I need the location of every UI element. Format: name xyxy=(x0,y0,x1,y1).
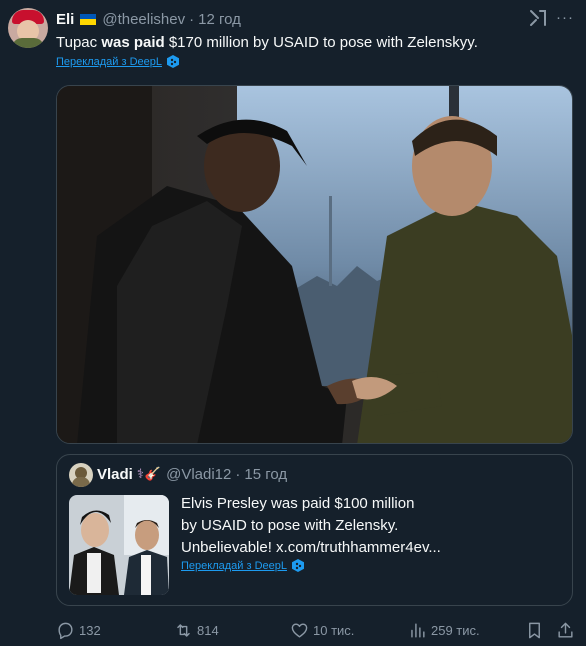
ukraine-flag-icon xyxy=(80,13,97,25)
quote-author-name: Vladi xyxy=(97,465,133,483)
repost-icon xyxy=(177,623,190,637)
tweet-header: Eli @theelishev · 12 год xyxy=(56,9,241,29)
action-bar: 132 814 10 тис. 259 тис. xyxy=(0,618,586,642)
bookmark-icon xyxy=(529,622,540,638)
repost-count: 814 xyxy=(197,622,219,638)
more-icon[interactable]: ··· xyxy=(556,8,576,28)
quote-timestamp: 15 год xyxy=(244,465,288,483)
quote-header: Vladi ⚕🎸 @Vladi12 · 15 год xyxy=(97,464,287,484)
quote-author-handle: @Vladi12 xyxy=(166,465,232,483)
quoted-tweet[interactable]: Vladi ⚕🎸 @Vladi12 · 15 год Elvis Presley… xyxy=(56,454,573,606)
repost-button[interactable]: 814 xyxy=(174,618,219,642)
reply-count: 132 xyxy=(79,622,101,638)
quote-translate-link[interactable]: Перекладай з DeepL xyxy=(181,559,304,572)
quote-separator: · xyxy=(235,465,241,483)
reply-icon xyxy=(58,622,73,639)
deepl-icon xyxy=(291,559,304,572)
share-button[interactable] xyxy=(556,618,575,642)
bookmark-button[interactable] xyxy=(525,618,544,642)
views-button[interactable]: 259 тис. xyxy=(408,618,480,642)
reply-button[interactable]: 132 xyxy=(56,618,101,642)
deepl-icon xyxy=(166,55,179,68)
quote-text: Elvis Presley was paid $100 million by U… xyxy=(181,495,441,556)
grok-icon[interactable] xyxy=(528,8,548,28)
author-handle[interactable]: @theelishev xyxy=(102,11,185,28)
author-avatar[interactable] xyxy=(8,8,48,48)
tweet[interactable]: Eli @theelishev · 12 год ··· Tupac was p… xyxy=(0,0,586,646)
like-count: 10 тис. xyxy=(313,622,355,638)
views-icon xyxy=(411,622,425,638)
timestamp[interactable]: 12 год xyxy=(198,11,241,28)
like-button[interactable]: 10 тис. xyxy=(290,618,354,642)
translate-link[interactable]: Перекладай з DeepL xyxy=(56,55,179,68)
quote-author-avatar[interactable] xyxy=(69,463,93,487)
like-icon xyxy=(291,622,308,638)
author-name[interactable]: Eli xyxy=(56,11,74,28)
tweet-text: Tupac was paid $170 million by USAID to … xyxy=(56,34,478,51)
tweet-media-photo[interactable] xyxy=(56,85,573,444)
quote-author-emoji: ⚕🎸 xyxy=(136,466,163,481)
quote-media-thumbnail[interactable] xyxy=(69,495,169,595)
views-count: 259 тис. xyxy=(431,622,480,638)
separator: · xyxy=(189,10,195,28)
share-icon xyxy=(558,622,573,638)
